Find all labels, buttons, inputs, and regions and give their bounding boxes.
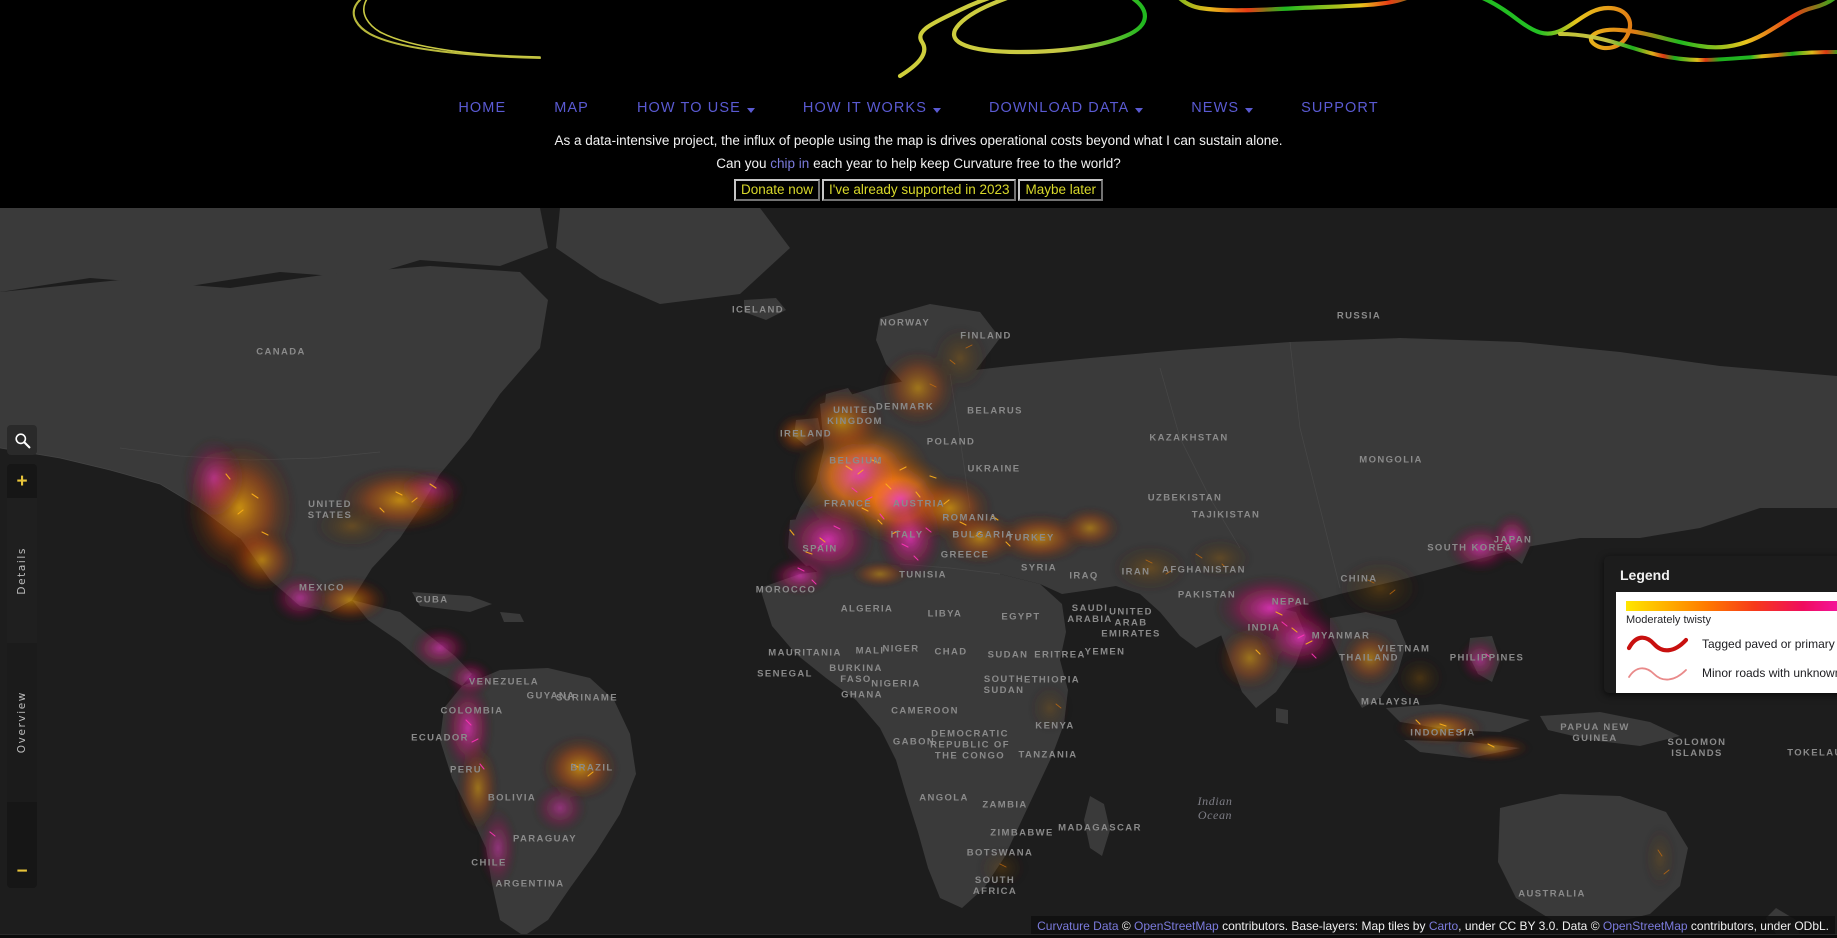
nav-item-home-label: HOME xyxy=(458,100,507,116)
legend-scale: Moderately twisty Very Twisty xyxy=(1626,614,1837,626)
maybe-later-button[interactable]: Maybe later xyxy=(1018,179,1104,201)
thick-red-squiggle-icon xyxy=(1626,635,1689,653)
donation-appeal: As a data-intensive project, the influx … xyxy=(0,132,1837,173)
zoom-control[interactable]: + Details Overview − xyxy=(7,464,37,888)
legend-label-minor: Minor roads with unknown surface xyxy=(1702,666,1837,680)
zoom-tab-overview-label: Overview xyxy=(16,691,28,754)
site-header: HOME MAP HOW TO USE HOW IT WORKS DOWNLOAD DA… xyxy=(0,0,1837,208)
nav-item-home[interactable]: HOME xyxy=(434,96,530,120)
chevron-down-icon xyxy=(746,107,755,113)
nav-item-how-it-works[interactable]: HOW IT WORKS xyxy=(779,96,965,120)
already-supported-button[interactable]: I've already supported in 2023 xyxy=(822,179,1017,201)
legend-gradient-bar xyxy=(1626,601,1837,611)
nav-item-download-data-label: DOWNLOAD DATA xyxy=(988,100,1130,116)
appeal-line2-before: Can you xyxy=(716,156,771,171)
legend-panel: Legend Moderately twisty Very Twisty Tag… xyxy=(1604,556,1837,693)
chevron-down-icon xyxy=(932,107,941,113)
winding-road-graphic xyxy=(352,0,1837,79)
nav-item-how-it-works-label: HOW IT WORKS xyxy=(802,100,927,116)
appeal-line-1: As a data-intensive project, the influx … xyxy=(554,133,1283,148)
nav-item-news[interactable]: NEWS xyxy=(1167,96,1277,120)
zoom-in-button[interactable]: + xyxy=(7,464,37,498)
donate-now-button[interactable]: Donate now xyxy=(733,179,821,201)
legend-row-paved: Tagged paved or primary / secondary xyxy=(1626,633,1837,655)
legend-label-paved: Tagged paved or primary / secondary xyxy=(1702,637,1837,651)
appeal-line2-after: each year to help keep Curvature free to… xyxy=(809,156,1121,171)
donation-buttons[interactable]: Donate now I've already supported in 2023… xyxy=(0,179,1837,201)
nav-item-map-label: MAP xyxy=(554,100,589,116)
attribution-link[interactable]: OpenStreetMap xyxy=(1134,919,1219,933)
legend-title: Legend xyxy=(1620,567,1670,583)
nav-item-download-data[interactable]: DOWNLOAD DATA xyxy=(965,96,1167,120)
legend-row-minor: Minor roads with unknown surface xyxy=(1626,662,1837,684)
nav-item-how-to-use[interactable]: HOW TO USE xyxy=(613,96,779,120)
appeal-line-2: Can you chip in each year to help keep C… xyxy=(0,155,1837,173)
attribution-link[interactable]: Carto xyxy=(1429,919,1458,933)
bottom-rule xyxy=(0,934,1837,938)
zoom-tab-details-label: Details xyxy=(16,546,28,595)
attribution-link[interactable]: OpenStreetMap xyxy=(1603,919,1688,933)
chevron-down-icon xyxy=(1245,107,1254,113)
zoom-tab-details[interactable]: Details xyxy=(7,498,37,643)
curvature-map-page: HOME MAP HOW TO USE HOW IT WORKS DOWNLOAD DA… xyxy=(0,0,1837,938)
zoom-track-spacer xyxy=(7,802,37,854)
chip-in-link[interactable]: chip in xyxy=(770,156,809,171)
attribution-text: Curvature Data © OpenStreetMap contribut… xyxy=(1031,916,1835,936)
legend-scale-min: Moderately twisty xyxy=(1626,614,1711,626)
nav-item-news-label: NEWS xyxy=(1191,100,1240,116)
nav-item-support[interactable]: SUPPORT xyxy=(1277,96,1403,120)
nav-item-support-label: SUPPORT xyxy=(1301,100,1379,116)
chevron-down-icon xyxy=(1135,107,1144,113)
main-navigation[interactable]: HOME MAP HOW TO USE HOW IT WORKS DOWNLOAD DA… xyxy=(0,96,1837,120)
world-map[interactable]: ICELAND CANADA NORWAY FINLAND RUSSIA UNITED KI… xyxy=(0,208,1837,938)
thin-pink-squiggle-icon xyxy=(1628,667,1687,681)
zoom-out-button[interactable]: − xyxy=(7,854,37,888)
legend-body: Moderately twisty Very Twisty Tagged pav… xyxy=(1616,592,1837,693)
attribution-segment: , under CC BY 3.0. Data © xyxy=(1458,919,1603,933)
nav-item-how-to-use-label: HOW TO USE xyxy=(636,100,741,116)
attribution-segment: © xyxy=(1118,919,1135,933)
map-tiles xyxy=(0,208,1837,938)
search-icon xyxy=(14,432,30,448)
search-button[interactable] xyxy=(7,425,37,455)
attribution-link[interactable]: Curvature Data xyxy=(1037,919,1118,933)
attribution-segment: contributors, under ODbL. xyxy=(1687,919,1829,933)
nav-item-map[interactable]: MAP xyxy=(530,96,613,120)
zoom-tab-overview[interactable]: Overview xyxy=(7,642,37,802)
attribution-segment: contributors. Base-layers: Map tiles by xyxy=(1218,919,1429,933)
